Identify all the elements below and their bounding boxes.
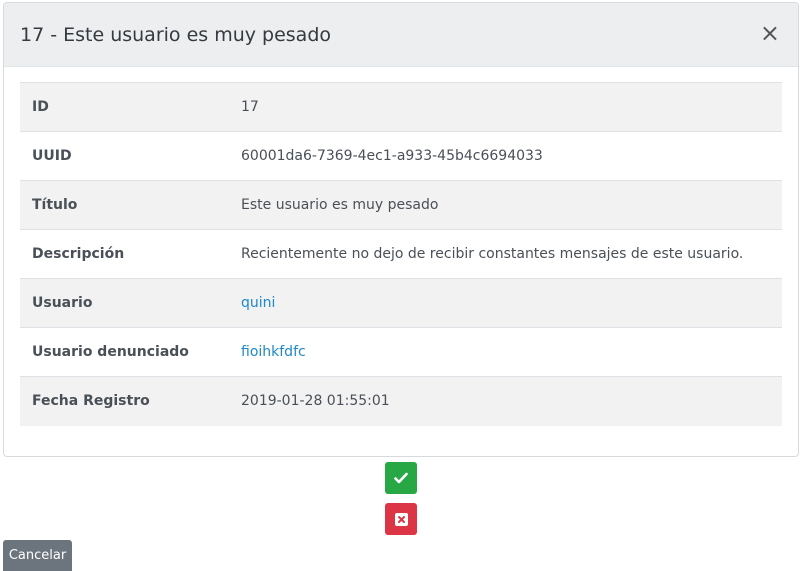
cancel-button[interactable]: Cancelar <box>3 540 72 571</box>
table-row: Título Este usuario es muy pesado <box>20 180 782 230</box>
modal-header: 17 - Este usuario es muy pesado × <box>4 3 798 67</box>
row-label-titulo: Título <box>32 197 78 213</box>
approve-button[interactable] <box>385 462 417 494</box>
reject-button[interactable] <box>385 503 417 535</box>
modal-body: ID 17 UUID 60001da6-7369-4ec1-a933-45b4c… <box>4 67 798 426</box>
table-row: UUID 60001da6-7369-4ec1-a933-45b4c669403… <box>20 131 782 181</box>
table-row: Usuario denunciado fioihkfdfc <box>20 327 782 377</box>
row-label-uuid: UUID <box>32 148 72 164</box>
usuario-link[interactable]: quini <box>241 295 275 311</box>
row-value-uuid: 60001da6-7369-4ec1-a933-45b4c6694033 <box>241 148 543 164</box>
row-value-usuario-denunciado: fioihkfdfc <box>229 328 782 377</box>
table-row: Fecha Registro 2019-01-28 01:55:01 <box>20 376 782 426</box>
row-label-usuario-denunciado: Usuario denunciado <box>32 344 189 360</box>
row-label-fecha-registro: Fecha Registro <box>32 393 150 410</box>
row-value-titulo: Este usuario es muy pesado <box>241 197 439 213</box>
report-detail-modal: 17 - Este usuario es muy pesado × ID 17 … <box>3 2 799 457</box>
row-value-fecha-registro: 2019-01-28 01:55:01 <box>241 393 390 410</box>
usuario-denunciado-link[interactable]: fioihkfdfc <box>241 344 306 360</box>
modal-title: 17 - Este usuario es muy pesado <box>20 23 332 46</box>
details-table: ID 17 UUID 60001da6-7369-4ec1-a933-45b4c… <box>20 82 782 426</box>
close-button[interactable]: × <box>760 21 780 45</box>
close-square-icon <box>394 512 408 526</box>
table-row: Usuario quini <box>20 278 782 328</box>
table-row: ID 17 <box>20 82 782 132</box>
row-value-usuario: quini <box>229 279 782 328</box>
row-label-id: ID <box>32 99 49 115</box>
row-label-usuario: Usuario <box>32 295 93 311</box>
row-value-id: 17 <box>241 99 259 115</box>
row-label-descripcion: Descripción <box>32 246 125 262</box>
check-icon <box>394 472 408 484</box>
table-row: Descripción Recientemente no dejo de rec… <box>20 229 782 279</box>
row-value-descripcion: Recientemente no dejo de recibir constan… <box>241 246 744 262</box>
